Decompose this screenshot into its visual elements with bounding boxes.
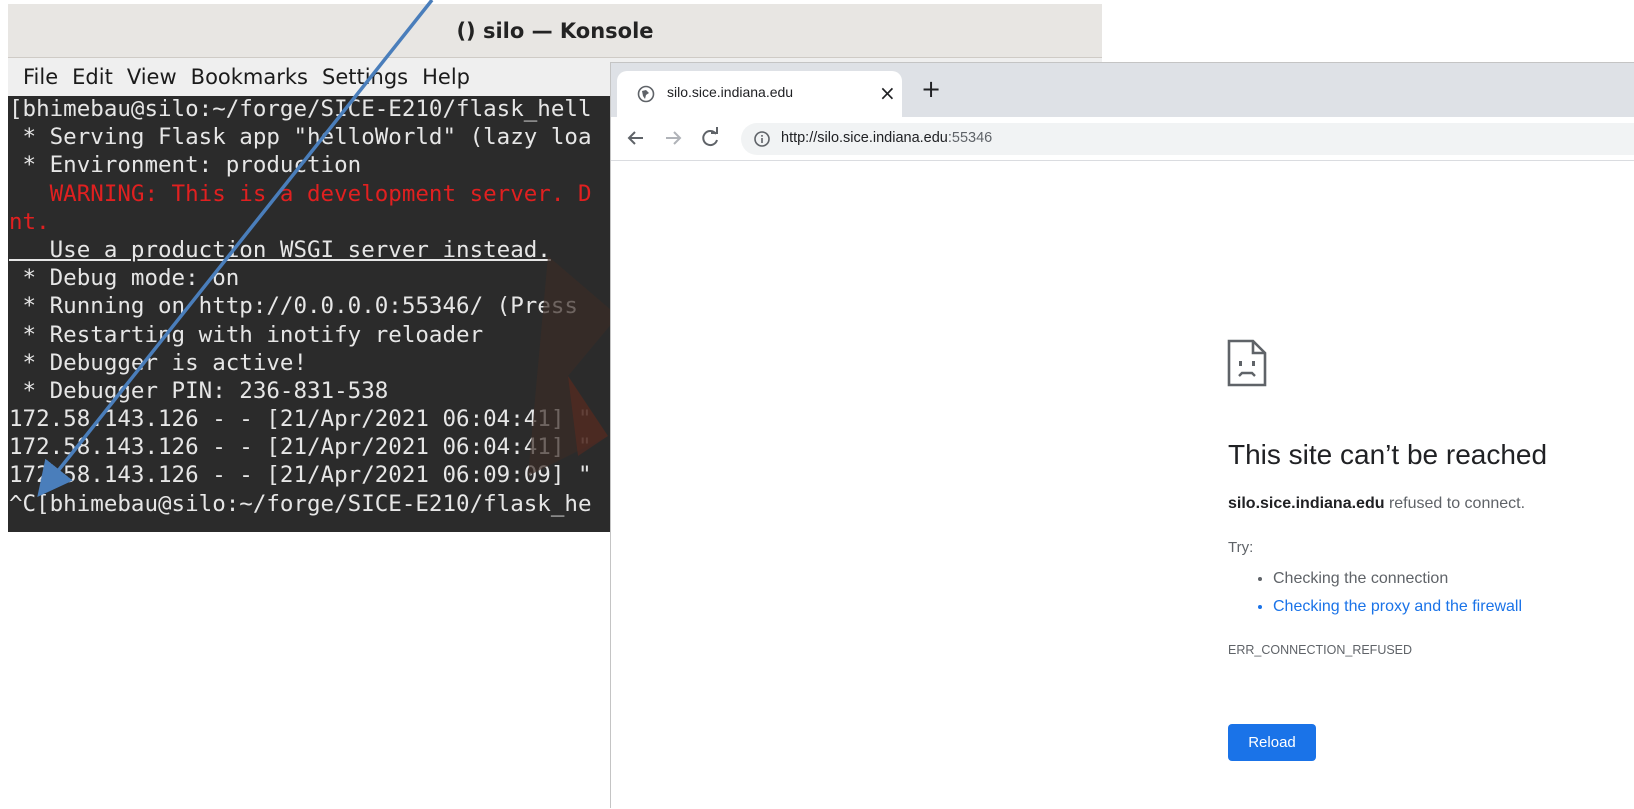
terminal-line-text: * Running on http://0.0.0.0:55346/ (Pres… bbox=[9, 293, 592, 320]
error-message: refused to connect. bbox=[1384, 495, 1526, 512]
error-page: This site can’t be reached silo.sice.ind… bbox=[611, 161, 1634, 809]
suggestion-proxy-firewall-link[interactable]: Checking the proxy and the firewall bbox=[1273, 593, 1522, 621]
menu-edit[interactable]: Edit bbox=[65, 65, 120, 89]
try-label: Try: bbox=[1228, 539, 1254, 556]
error-host: silo.sice.indiana.edu bbox=[1228, 495, 1385, 512]
terminal-line-text: * Restarting with inotify reloader bbox=[9, 321, 484, 348]
browser-tab[interactable]: silo.sice.indiana.edu × bbox=[617, 71, 902, 117]
menu-bookmarks[interactable]: Bookmarks bbox=[184, 65, 315, 89]
suggestion-connection: Checking the connection bbox=[1273, 565, 1522, 593]
terminal-line-text: 172.58.143.126 - - [21/Apr/2021 06:04:41… bbox=[9, 406, 592, 433]
suggestion-list: Checking the connection Checking the pro… bbox=[1228, 565, 1522, 621]
terminal-line-text: * Debug mode: on bbox=[9, 265, 240, 292]
terminal-line-text: [bhimebau@silo:~/forge/SICE-E210/flask_h… bbox=[9, 96, 592, 122]
terminal-line-text: ^C[bhimebau@silo:~/forge/SICE-E210/flask… bbox=[9, 490, 592, 517]
tab-close-icon[interactable]: × bbox=[879, 81, 896, 105]
url-text: http://silo.sice.indiana.edu:55346 bbox=[781, 130, 992, 146]
konsole-title: () silo — Konsole bbox=[8, 4, 1102, 58]
tab-title: silo.sice.indiana.edu bbox=[667, 84, 794, 100]
browser-window: silo.sice.indiana.edu × + http://silo.si… bbox=[610, 62, 1634, 808]
browser-toolbar: http://silo.sice.indiana.edu:55346 bbox=[611, 117, 1634, 161]
terminal-line-text: 172.58.143.126 - - [21/Apr/2021 06:04:41… bbox=[9, 434, 592, 461]
terminal-line-text: * Debugger is active! bbox=[9, 349, 308, 376]
menu-help[interactable]: Help bbox=[415, 65, 477, 89]
terminal-line-text: nt. bbox=[9, 208, 50, 235]
error-code: ERR_CONNECTION_REFUSED bbox=[1228, 643, 1413, 657]
terminal-line-text: * Serving Flask app "helloWorld" (lazy l… bbox=[9, 124, 592, 151]
reload-icon[interactable] bbox=[697, 125, 723, 151]
back-arrow-icon[interactable] bbox=[623, 125, 649, 151]
address-bar[interactable]: http://silo.sice.indiana.edu:55346 bbox=[741, 123, 1634, 155]
forward-arrow-icon[interactable] bbox=[660, 125, 686, 151]
new-tab-button[interactable]: + bbox=[921, 75, 941, 103]
tab-strip: silo.sice.indiana.edu × + bbox=[611, 63, 1634, 117]
menu-file[interactable]: File bbox=[8, 65, 65, 89]
terminal-line-text: Use a production WSGI server instead. bbox=[9, 236, 551, 263]
error-title: This site can’t be reached bbox=[1228, 439, 1548, 470]
menu-view[interactable]: View bbox=[120, 65, 184, 89]
sad-page-icon bbox=[1227, 339, 1267, 387]
url-port: :55346 bbox=[947, 130, 993, 146]
terminal-line-text: * Debugger PIN: 236-831-538 bbox=[9, 377, 389, 404]
terminal-line-text: * Environment: production bbox=[9, 152, 362, 179]
terminal-line-text: 172.58.143.126 - - [21/Apr/2021 06:09:09… bbox=[9, 462, 592, 489]
globe-icon bbox=[637, 85, 655, 103]
terminal-line-text: WARNING: This is a development server. D bbox=[9, 180, 592, 207]
error-description: silo.sice.indiana.edu refused to connect… bbox=[1228, 495, 1525, 513]
info-icon[interactable] bbox=[753, 130, 771, 148]
menu-settings[interactable]: Settings bbox=[315, 65, 415, 89]
url-host: http://silo.sice.indiana.edu bbox=[781, 130, 948, 146]
reload-button[interactable]: Reload bbox=[1228, 724, 1316, 761]
